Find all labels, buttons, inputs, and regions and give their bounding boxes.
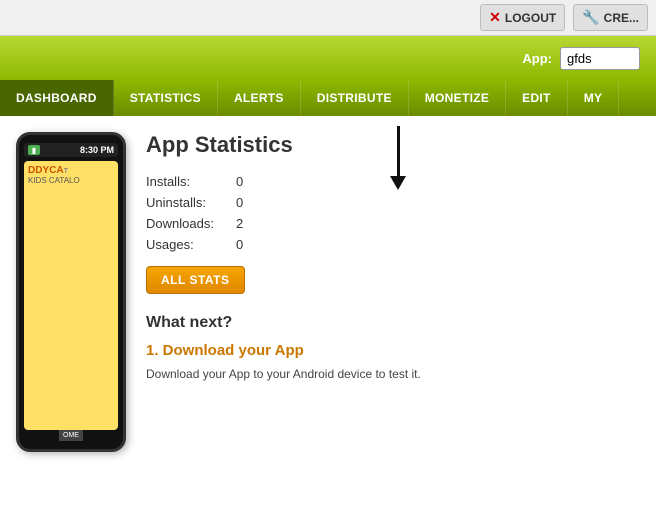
download-app-desc: Download your App to your Android device… xyxy=(146,365,640,383)
stat-row-uninstalls: Uninstalls: 0 xyxy=(146,195,640,210)
app-label: App: xyxy=(522,51,552,66)
phone-app-subtitle: KIDS CATALO xyxy=(28,176,114,185)
signal-icon: ▮ xyxy=(28,145,40,155)
what-next-title: What next? xyxy=(146,314,640,332)
phone-screen-content: DDYCAT KIDS CATALO xyxy=(24,161,118,430)
app-input[interactable] xyxy=(560,47,640,70)
installs-value: 0 xyxy=(236,174,243,189)
uninstalls-value: 0 xyxy=(236,195,243,210)
nav-monetize[interactable]: MONETIZE xyxy=(409,80,506,116)
downloads-value: 2 xyxy=(236,216,243,231)
arrow-annotation xyxy=(390,126,406,190)
nav-my[interactable]: MY xyxy=(568,80,620,116)
app-bar: App: xyxy=(0,36,656,80)
nav-dashboard[interactable]: DASHBOARD xyxy=(0,80,114,116)
download-app-title: 1. Download your App xyxy=(146,342,640,359)
phone-screen: DDYCAT KIDS CATALO xyxy=(24,161,118,430)
phone-time: 8:30 PM xyxy=(80,145,114,155)
nav-bar: DASHBOARD STATISTICS ALERTS DISTRIBUTE M… xyxy=(0,80,656,116)
top-bar: ✕ LOGOUT 🔧 CRE... xyxy=(0,0,656,36)
stat-row-downloads: Downloads: 2 xyxy=(146,216,640,231)
downloads-label: Downloads: xyxy=(146,216,236,231)
nav-distribute[interactable]: DISTRIBUTE xyxy=(301,80,409,116)
usages-label: Usages: xyxy=(146,237,236,252)
arrow-line xyxy=(397,126,400,176)
phone-mockup: ▮ 8:30 PM DDYCAT KIDS CATALO OME xyxy=(16,132,126,452)
all-stats-button[interactable]: ALL STATS xyxy=(146,266,245,294)
logout-button[interactable]: ✕ LOGOUT xyxy=(480,4,565,31)
create-button[interactable]: 🔧 CRE... xyxy=(573,4,648,31)
usages-value: 0 xyxy=(236,237,243,252)
main-content: ▮ 8:30 PM DDYCAT KIDS CATALO OME App Sta… xyxy=(0,116,656,468)
phone-app-title: DDYCAT xyxy=(28,165,114,176)
phone-status-bar: ▮ 8:30 PM xyxy=(24,143,118,157)
nav-edit[interactable]: EDIT xyxy=(506,80,568,116)
nav-alerts[interactable]: ALERTS xyxy=(218,80,301,116)
installs-label: Installs: xyxy=(146,174,236,189)
wrench-icon: 🔧 xyxy=(582,9,599,26)
phone-nav-bar: OME xyxy=(59,430,83,441)
create-label: CRE... xyxy=(604,11,639,25)
x-icon: ✕ xyxy=(489,9,501,26)
arrow-head xyxy=(390,176,406,190)
nav-statistics[interactable]: STATISTICS xyxy=(114,80,218,116)
stat-row-usages: Usages: 0 xyxy=(146,237,640,252)
uninstalls-label: Uninstalls: xyxy=(146,195,236,210)
logout-label: LOGOUT xyxy=(505,11,556,25)
